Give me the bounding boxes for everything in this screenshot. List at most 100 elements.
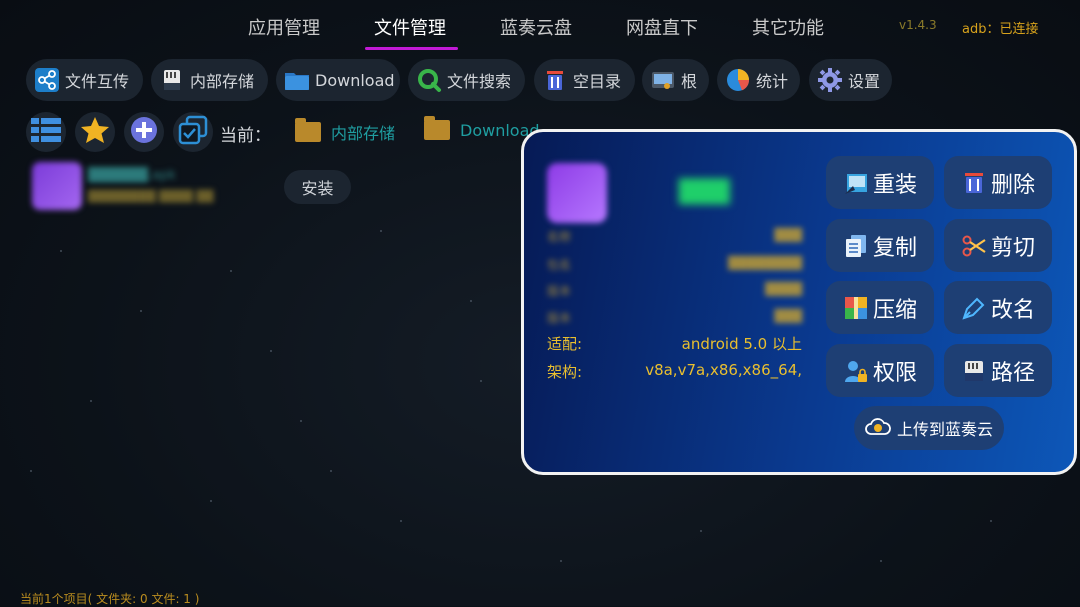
list-view-button[interactable] [26,112,66,152]
list-item[interactable]: ██████.apk ████████ ████ ██ [30,160,290,212]
arch-value: v8a,v7a,x86,x86_64, [645,361,802,379]
trash-icon [961,170,987,196]
internal-storage-button[interactable]: 内部存储 [151,59,268,101]
info-row-compat: 适配: android 5.0 以上 [547,333,802,354]
empty-dir-label: 空目录 [573,72,622,91]
favorites-button[interactable] [75,112,115,152]
apk-icon [32,162,82,210]
folder-icon [424,116,450,140]
status-bar: 当前1个项目( 文件夹: 0 文件: 1 ) [20,592,200,606]
version-label: v1.4.3 [899,18,937,32]
copy-button[interactable]: 复制 [826,219,934,272]
info-row-arch: 架构: v8a,v7a,x86,x86_64, [547,361,802,382]
trash-icon [542,67,568,93]
upload-lanzou-button[interactable]: 上传到蓝奏云 [854,406,1004,450]
active-tab-indicator [365,47,458,50]
archive-icon [843,295,869,321]
storage-icon [961,358,987,384]
add-button[interactable] [124,112,164,152]
pie-chart-icon [725,67,751,93]
download-label: Download [315,70,395,90]
info-row-name: 名称 ███ [547,228,802,245]
star-icon [80,115,110,149]
file-search-label: 文件搜索 [447,72,512,91]
stats-button[interactable]: 统计 [717,59,800,101]
empty-dir-button[interactable]: 空目录 [534,59,635,101]
permission-button[interactable]: 权限 [826,344,934,397]
tab-other-functions[interactable]: 其它功能 [752,14,824,40]
info-value: ████ [765,282,802,296]
current-path-label: 当前： [220,126,271,146]
search-icon [416,67,442,93]
tab-file-management[interactable]: 文件管理 [374,14,446,40]
list-view-icon [31,117,61,147]
info-label: 名称 [547,230,572,244]
storage-icon [159,67,185,93]
folder-icon [284,67,310,93]
path-label: 路径 [990,360,1035,386]
arch-label: 架构: [547,363,583,381]
install-button[interactable]: 安装 [284,170,351,204]
top-navigation: 应用管理 文件管理 蓝奏云盘 网盘直下 其它功能 v1.4.3 adb：已连接 [0,0,1080,52]
delete-button[interactable]: 删除 [944,156,1052,209]
plus-icon [130,116,158,148]
settings-button[interactable]: 设置 [809,59,892,101]
pen-icon [961,295,987,321]
download-button[interactable]: Download [276,59,400,101]
compat-value: android 5.0 以上 [681,335,802,353]
info-label: 版本 [547,311,572,325]
tab-app-management[interactable]: 应用管理 [248,14,320,40]
file-name: ██████.apk [88,168,176,183]
delete-label: 删除 [990,172,1035,198]
compress-label: 压缩 [872,297,917,323]
root-drive-icon [650,67,676,93]
file-meta: ████████ ████ ██ [88,190,214,203]
crumb-internal-storage[interactable]: 内部存储 [295,118,396,144]
copy-icon [843,233,869,259]
permission-label: 权限 [872,360,917,386]
multi-select-icon [178,115,208,149]
settings-label: 设置 [848,72,881,91]
crumb-download[interactable]: Download [424,116,540,140]
share-icon [34,67,60,93]
upload-label: 上传到蓝奏云 [896,420,993,439]
info-row-version: 版本 ████ [547,282,802,299]
rename-button[interactable]: 改名 [944,281,1052,334]
reinstall-button[interactable]: 重装 [826,156,934,209]
cut-label: 剪切 [990,235,1035,261]
path-button[interactable]: 路径 [944,344,1052,397]
multi-select-button[interactable] [173,112,213,152]
info-label: 包名 [547,258,572,272]
file-search-button[interactable]: 文件搜索 [408,59,525,101]
tab-netdisk-download[interactable]: 网盘直下 [626,14,698,40]
rename-label: 改名 [990,297,1035,323]
apk-info-dialog: ███ 名称 ███ 包名 ████████ 版本 ████ 版本 ███ 适配… [521,129,1077,475]
root-button[interactable]: 根 [642,59,709,101]
folder-icon [295,118,321,142]
file-transfer-label: 文件互传 [65,72,130,91]
file-transfer-button[interactable]: 文件互传 [26,59,143,101]
info-row-size: 版本 ███ [547,309,802,326]
adb-status: adb：已连接 [962,22,1039,37]
tab-lanzou-cloud[interactable]: 蓝奏云盘 [500,14,572,40]
cut-button[interactable]: 剪切 [944,219,1052,272]
info-label: 版本 [547,284,572,298]
reinstall-label: 重装 [872,172,917,198]
info-row-package: 包名 ████████ [547,256,802,273]
compat-label: 适配: [547,335,583,353]
info-value: ████████ [728,256,802,270]
gear-icon [817,67,843,93]
reinstall-icon [843,170,869,196]
root-label: 根 [681,72,698,91]
user-lock-icon [843,358,869,384]
info-value: ███ [774,309,802,323]
info-value: ███ [774,228,802,242]
scissors-icon [961,233,987,259]
cloud-upload-icon [865,416,891,440]
compress-button[interactable]: 压缩 [826,281,934,334]
app-icon [547,163,607,223]
crumb-label: 内部存储 [331,124,396,143]
internal-storage-label: 内部存储 [190,72,255,91]
copy-label: 复制 [872,235,917,261]
stats-label: 统计 [756,72,789,91]
